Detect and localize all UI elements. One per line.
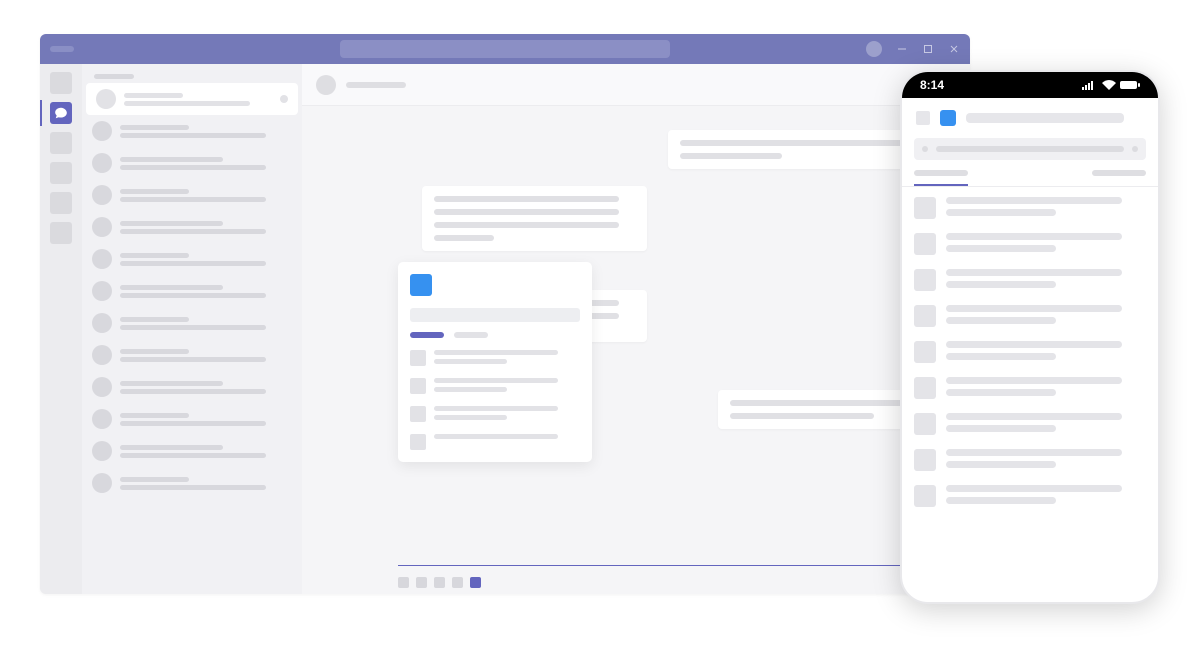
popup-tab[interactable] <box>454 332 488 338</box>
chat-list-panel <box>82 64 302 594</box>
chat-list-item[interactable] <box>82 147 302 179</box>
profile-avatar[interactable] <box>866 41 882 57</box>
composer-gif-icon[interactable] <box>452 577 463 588</box>
desktop-window <box>40 34 970 594</box>
rail-calendar[interactable] <box>50 162 72 184</box>
chat-list-item[interactable] <box>82 435 302 467</box>
composer-format-icon[interactable] <box>398 577 409 588</box>
mobile-tab[interactable] <box>914 170 968 186</box>
mobile-title <box>966 113 1124 123</box>
mobile-result-item[interactable] <box>914 449 1146 471</box>
composer-toolbar <box>398 577 481 588</box>
conversation-header <box>302 64 970 106</box>
conversation-title <box>346 82 406 88</box>
chat-list-item[interactable] <box>82 403 302 435</box>
rail-calls[interactable] <box>50 192 72 214</box>
result-thumb-icon <box>410 378 426 394</box>
app-icon <box>940 110 956 126</box>
mobile-result-item[interactable] <box>914 233 1146 255</box>
chat-list-item[interactable] <box>82 211 302 243</box>
mobile-result-item[interactable] <box>914 341 1146 363</box>
app-rail <box>40 64 82 594</box>
clear-icon[interactable] <box>1132 146 1138 152</box>
mobile-header <box>902 98 1158 138</box>
chat-bubble-icon <box>54 106 68 120</box>
chat-list-item[interactable] <box>82 243 302 275</box>
mobile-result-item[interactable] <box>914 377 1146 399</box>
minimize-button[interactable] <box>896 43 908 55</box>
status-time: 8:14 <box>920 78 944 92</box>
popup-result-item[interactable] <box>410 434 580 450</box>
chat-avatar <box>96 89 116 109</box>
signal-icon <box>1082 80 1098 90</box>
chat-badge <box>280 95 288 103</box>
popup-result-item[interactable] <box>410 406 580 422</box>
chat-list-item[interactable] <box>82 115 302 147</box>
popup-result-list <box>410 350 580 450</box>
rail-activity[interactable] <box>50 72 72 94</box>
message-composer[interactable] <box>398 565 948 566</box>
app-icon <box>410 274 432 296</box>
rail-teams[interactable] <box>50 132 72 154</box>
message-extension-popup <box>398 262 592 462</box>
result-thumb-icon <box>410 406 426 422</box>
composer-emoji-icon[interactable] <box>434 577 445 588</box>
composer-extension-icon[interactable] <box>470 577 481 588</box>
titlebar <box>40 34 970 64</box>
result-thumb-icon <box>410 350 426 366</box>
popup-search-input[interactable] <box>410 308 580 322</box>
close-button[interactable] <box>948 43 960 55</box>
mobile-device: 8:14 <box>900 70 1160 604</box>
mobile-tabs <box>902 170 1158 187</box>
mobile-result-list <box>902 187 1158 517</box>
message-bubble-incoming[interactable] <box>422 186 647 251</box>
chat-list-item[interactable] <box>82 339 302 371</box>
chat-list-item[interactable] <box>82 179 302 211</box>
rail-chat[interactable] <box>50 102 72 124</box>
app-menu-icon[interactable] <box>50 46 74 52</box>
conversation-pane <box>302 64 970 594</box>
back-button[interactable] <box>916 111 930 125</box>
chat-list-item[interactable] <box>82 467 302 499</box>
mobile-result-item[interactable] <box>914 269 1146 291</box>
conversation-avatar <box>316 75 336 95</box>
wifi-icon <box>1102 80 1116 90</box>
mobile-result-item[interactable] <box>914 485 1146 507</box>
mobile-status-bar: 8:14 <box>902 72 1158 98</box>
mobile-result-item[interactable] <box>914 305 1146 327</box>
mobile-result-item[interactable] <box>914 197 1146 219</box>
result-thumb-icon <box>914 197 936 219</box>
mobile-tab[interactable] <box>1092 170 1146 186</box>
battery-icon <box>1120 80 1140 90</box>
global-search-input[interactable] <box>340 40 670 58</box>
chat-list-item[interactable] <box>86 83 298 115</box>
result-thumb-icon <box>410 434 426 450</box>
popup-result-item[interactable] <box>410 378 580 394</box>
popup-result-item[interactable] <box>410 350 580 366</box>
chat-list-item[interactable] <box>82 275 302 307</box>
popup-tab[interactable] <box>410 332 444 338</box>
search-icon <box>922 146 928 152</box>
chat-list-header <box>82 74 302 79</box>
mobile-result-item[interactable] <box>914 413 1146 435</box>
rail-files[interactable] <box>50 222 72 244</box>
composer-attach-icon[interactable] <box>416 577 427 588</box>
maximize-button[interactable] <box>922 43 934 55</box>
popup-tabs <box>410 332 580 338</box>
chat-list-item[interactable] <box>82 307 302 339</box>
mobile-search-input[interactable] <box>914 138 1146 160</box>
chat-list-item[interactable] <box>82 371 302 403</box>
